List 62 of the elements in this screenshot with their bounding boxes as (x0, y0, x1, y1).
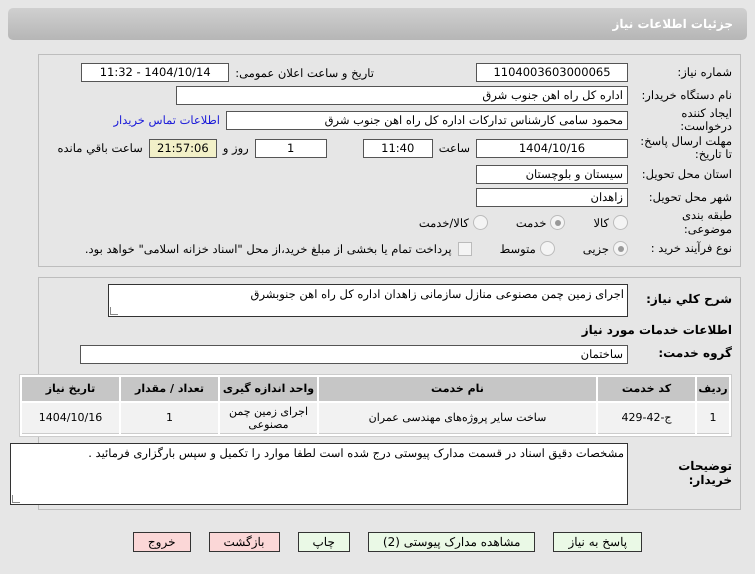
field-label: شرح کلي نیاز: (645, 293, 732, 308)
action-button[interactable]: چاپ (298, 532, 350, 552)
section-heading: اطلاعات خدمات مورد نیاز (582, 322, 732, 337)
radio-button[interactable] (613, 215, 628, 230)
option-label: متوسط (500, 242, 536, 256)
option-label: کالا (593, 216, 609, 230)
service-group-field[interactable]: ساختمان (80, 344, 628, 364)
radio-button[interactable] (472, 215, 488, 230)
deadline-date-field[interactable]: 1404/10/16 (476, 138, 628, 158)
option-label: جزیی (582, 242, 609, 256)
requester-field[interactable]: محمود سامی کارشناس تدارکات اداره کل راه اهن جنوب شرق (226, 110, 628, 130)
option-label: خدمت (516, 216, 546, 230)
column-header: واحد اندازه گیری (220, 376, 317, 401)
field-label: استان محل تحویل: (640, 168, 732, 182)
announce-date-field[interactable]: 1404/10/14 - 11:32 (81, 63, 230, 82)
column-header: تاریخ نیاز (22, 376, 119, 401)
description-field[interactable]: اجرای زمین چمن مصنوعی منازل سازمانی زاهدان اداره کل راه اهن جنوبشرق (108, 284, 628, 317)
need-number-field[interactable]: 1104003603000065 (476, 63, 628, 82)
page-header: جزئیات اطلاعات نیاز (8, 8, 747, 40)
table-cell: 1404/10/16 (22, 402, 119, 434)
table-cell: ج-42-429 (598, 402, 695, 434)
deadline-time-field[interactable]: 11:40 (362, 138, 433, 158)
option-label: کالا/خدمت (418, 216, 469, 230)
radio-button[interactable] (550, 215, 566, 230)
field-label: طبقه بندی موضوعی: (681, 209, 732, 236)
table-cell: ساخت سایر پروژه‌های مهندسی عمران (319, 402, 596, 434)
field-label: نام دستگاه خریدار: (640, 88, 732, 102)
field-label: گروه خدمت: (657, 347, 732, 362)
remaining-time-field[interactable]: 21:57:06 (148, 138, 217, 158)
table-cell: اجرای زمین چمن مصنوعی (220, 402, 317, 434)
action-button[interactable]: بازگشت (208, 532, 280, 552)
action-button[interactable]: مشاهده مدارک پیوستی (2) (368, 532, 536, 552)
field-label: ساعت باقي مانده (58, 141, 143, 156)
field-label: تاریخ و ساعت اعلان عمومی: (235, 66, 374, 80)
table-cell: 1 (697, 402, 729, 434)
description-text: اجرای زمین چمن مصنوعی منازل سازمانی زاهدان اداره کل راه اهن جنوبشرق (250, 286, 624, 301)
field-label: مهلت ارسال پاسخ: تا تاریخ: (639, 135, 732, 162)
payment-checkbox[interactable] (458, 242, 472, 256)
field-label: نوع فرآیند خرید : (650, 242, 732, 256)
days-field[interactable]: 1 (254, 138, 327, 158)
action-button[interactable]: خروج (132, 532, 190, 552)
city-field[interactable]: زاهدان (476, 188, 628, 208)
payment-label: پرداخت تمام یا بخشی از مبلغ خرید،از محل "اسناد خزانه اسلامی" خواهد بود. (84, 242, 452, 256)
field-label: توضیحات خریدار: (677, 460, 732, 488)
notes-field[interactable]: مشخصات دقیق اسناد در قسمت مدارک پیوستی درج شده است لطفا موارد را تکمیل و سپس بارگزاری فرمائید . (10, 442, 628, 505)
field-label: شهر محل تحویل: (648, 191, 732, 205)
column-header: تعداد / مقدار (121, 376, 218, 401)
buyer-org-field[interactable]: اداره کل راه اهن جنوب شرق (176, 86, 628, 105)
radio-button[interactable] (540, 241, 555, 256)
province-field[interactable]: سیستان و بلوچستان (476, 165, 628, 184)
field-label: شماره نیاز: (676, 66, 732, 80)
notes-text: مشخصات دقیق اسناد در قسمت مدارک پیوستی درج شده است لطفا موارد را تکمیل و سپس بارگزاری فرمائید . (88, 446, 624, 460)
column-header: ردیف (697, 376, 729, 401)
column-header: نام خدمت (319, 376, 596, 401)
field-label: ساعت (438, 141, 470, 156)
contact-link[interactable]: اطلاعات تماس خریدار (113, 113, 220, 128)
field-label: روز و (222, 141, 249, 156)
field-label: ایجاد کننده درخواست: (679, 107, 732, 134)
column-header: کد خدمت (598, 376, 695, 401)
table-cell: 1 (121, 402, 218, 434)
radio-button[interactable] (613, 241, 628, 256)
action-button[interactable]: پاسخ به نیاز (553, 532, 642, 552)
